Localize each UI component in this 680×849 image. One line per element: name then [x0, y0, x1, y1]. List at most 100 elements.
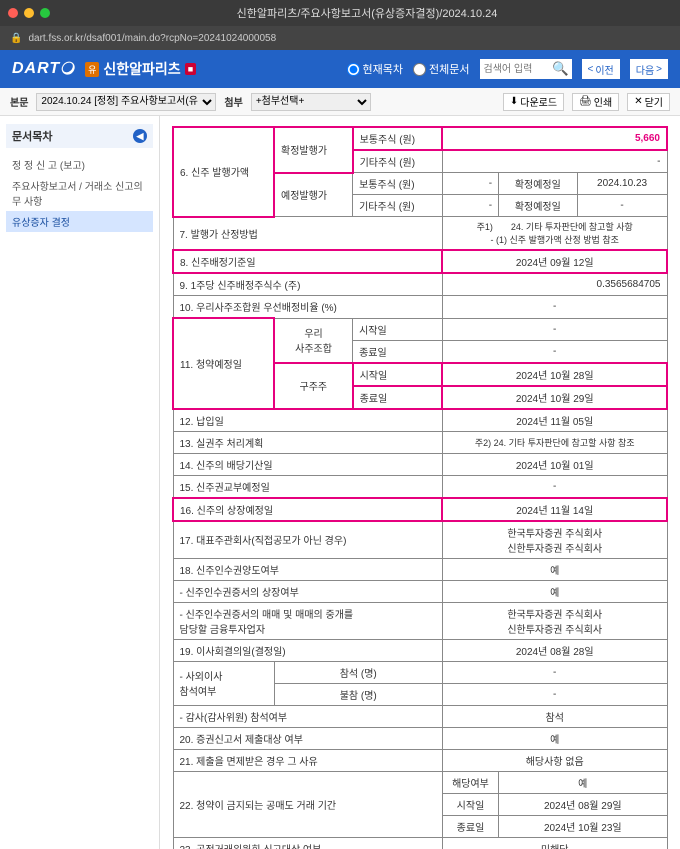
- company-tag: 유 신한알파리츠 ■: [85, 59, 196, 79]
- row-8-value: 2024년 09월 12일: [442, 250, 667, 273]
- cheobu-label: 첨부: [224, 94, 242, 109]
- next-button[interactable]: 다음 >: [630, 59, 668, 79]
- row-10-label: 10. 우리사주조합원 우선배정비율 (%): [173, 296, 442, 319]
- row-14-value: 2024년 10월 01일: [442, 453, 667, 475]
- cell-other-stock: 기타주식 (원): [353, 195, 443, 217]
- document-content: 6. 신주 발행가액 확정발행가 보통주식 (원) 5,660 기타주식 (원)…: [160, 116, 680, 849]
- doc-scope-radio[interactable]: 현재목차 전체문서: [347, 61, 470, 77]
- row-16-value: 2024년 11월 14일: [442, 498, 667, 521]
- cell-value: -: [442, 318, 667, 340]
- report-table: 6. 신주 발행가액 확정발행가 보통주식 (원) 5,660 기타주식 (원)…: [172, 126, 668, 849]
- cell-value: 2024년 10월 23일: [499, 815, 667, 837]
- row-7-value: 주1) 24. 기타 투자판단에 참고할 사항 - (1) 신주 발행가액 산정…: [442, 217, 667, 251]
- prev-button[interactable]: < 이전: [582, 59, 620, 79]
- cell-value: 2024년 08월 29일: [499, 793, 667, 815]
- row-12-label: 12. 납입일: [173, 409, 442, 432]
- cell-value: 예: [499, 771, 667, 793]
- cell-common-stock: 보통주식 (원): [353, 127, 443, 150]
- lock-icon: 🔒: [10, 33, 22, 44]
- company-badge-2: ■: [185, 63, 196, 75]
- cell-date-value: -: [577, 195, 667, 217]
- cell-price-value: 5,660: [442, 127, 667, 150]
- url-text: dart.fss.or.kr/dsaf001/main.do?rcpNo=202…: [28, 33, 276, 44]
- row-6b-label: 예정발행가: [274, 173, 353, 217]
- search-input[interactable]: [480, 59, 550, 79]
- bonmun-select[interactable]: 2024.10.24 [정정] 주요사항보고서(유…: [36, 93, 216, 111]
- cheobu-select[interactable]: +첨부선택+: [251, 93, 371, 111]
- row-13-value: 주2) 24. 기타 투자판단에 참고할 사항 참조: [442, 431, 667, 453]
- cell-common-stock: 보통주식 (원): [353, 173, 443, 195]
- row-19-value: 2024년 08월 28일: [442, 639, 667, 661]
- print-button[interactable]: 🖨 인쇄: [572, 93, 619, 111]
- row-15-label: 15. 신주권교부예정일: [173, 475, 442, 498]
- cell-value: 2024년 10월 29일: [442, 386, 667, 409]
- row-8-label: 8. 신주배정기준일: [173, 250, 442, 273]
- cell-start: 시작일: [353, 363, 443, 386]
- row-21-value: 해당사항 없음: [442, 749, 667, 771]
- row-9-value: 0.3565684705: [442, 273, 667, 296]
- row-23-value: 미해당: [442, 837, 667, 849]
- cell-value: -: [442, 173, 498, 195]
- search-button[interactable]: 🔍: [550, 59, 572, 79]
- row-11-label: 11. 청약예정일: [173, 318, 274, 409]
- row-18a-label: - 신주인수권증서의 상장여부: [173, 580, 442, 602]
- maximize-window-button[interactable]: [40, 8, 50, 18]
- row-19b-label: - 감사(감사위원) 참석여부: [173, 705, 442, 727]
- bonmun-label: 본문: [10, 94, 28, 109]
- dart-logo[interactable]: DART🔾: [12, 60, 75, 78]
- cell-value: 2024년 10월 28일: [442, 363, 667, 386]
- collapse-icon[interactable]: ◀: [133, 129, 147, 143]
- row-16-label: 16. 신주의 상장예정일: [173, 498, 442, 521]
- toc-item[interactable]: 정 정 신 고 (보고): [6, 154, 153, 175]
- row-17-value: 한국투자증권 주식회사 신한투자증권 주식회사: [442, 521, 667, 559]
- cell-value: -: [442, 195, 498, 217]
- close-window-button[interactable]: [8, 8, 18, 18]
- radio-current[interactable]: [347, 63, 360, 76]
- toc-header: 문서목차 ◀: [6, 124, 153, 148]
- window-title: 신한알파리츠/주요사항보고서(유상증자결정)/2024.10.24: [62, 5, 672, 21]
- cell-value: -: [442, 150, 667, 173]
- row-12-value: 2024년 11월 05일: [442, 409, 667, 432]
- close-button[interactable]: ✕ 닫기: [627, 93, 670, 111]
- cell-value: -: [442, 661, 667, 683]
- row-19b-value: 참석: [442, 705, 667, 727]
- row-17-label: 17. 대표주관회사(직접공모가 아닌 경우): [173, 521, 442, 559]
- download-button[interactable]: ⬇ 다운로드: [503, 93, 564, 111]
- row-6-label: 6. 신주 발행가액: [173, 127, 274, 217]
- row-19-label: 19. 이사회결의일(결정일): [173, 639, 442, 661]
- cell-applies: 해당여부: [442, 771, 498, 793]
- toc-item[interactable]: 주요사항보고서 / 거래소 신고의무 사항: [6, 175, 153, 211]
- sidebar: 문서목차 ◀ 정 정 신 고 (보고) 주요사항보고서 / 거래소 신고의무 사…: [0, 116, 160, 849]
- cell-start: 시작일: [353, 318, 443, 340]
- row-20-value: 예: [442, 727, 667, 749]
- row-6a-label: 확정발행가: [274, 127, 353, 173]
- row-18a-value: 예: [442, 580, 667, 602]
- app-header: DART🔾 유 신한알파리츠 ■ 현재목차 전체문서 🔍 < 이전 다음 >: [0, 50, 680, 88]
- radio-full[interactable]: [413, 63, 426, 76]
- minimize-window-button[interactable]: [24, 8, 34, 18]
- toc-item-selected[interactable]: 유상증자 결정: [6, 211, 153, 232]
- row-22-label: 22. 청약이 금지되는 공매도 거래 기간: [173, 771, 442, 837]
- row-20-label: 20. 증권신고서 제출대상 여부: [173, 727, 442, 749]
- cell-start: 시작일: [442, 793, 498, 815]
- row-15-value: -: [442, 475, 667, 498]
- cell-date-value: 2024.10.23: [577, 173, 667, 195]
- cell-value: -: [442, 340, 667, 363]
- row-9-label: 9. 1주당 신주배정주식수 (주): [173, 273, 442, 296]
- row-18b-label: - 신주인수권증서의 매매 및 매매의 중개를 담당할 금융투자업자: [173, 602, 442, 639]
- row-18-value: 예: [442, 558, 667, 580]
- company-badge: 유: [85, 62, 99, 77]
- cell-end: 종료일: [353, 340, 443, 363]
- row-23-label: 23. 공정거래위원회 신고대상 여부: [173, 837, 442, 849]
- window-titlebar: 신한알파리츠/주요사항보고서(유상증자결정)/2024.10.24: [0, 0, 680, 26]
- cell-date-label: 확정예정일: [499, 173, 578, 195]
- cell-value: -: [442, 683, 667, 705]
- url-bar[interactable]: 🔒 dart.fss.or.kr/dsaf001/main.do?rcpNo=2…: [0, 26, 680, 50]
- row-7-label: 7. 발행가 산정방법: [173, 217, 442, 251]
- row-10-value: -: [442, 296, 667, 319]
- search-box: 🔍: [480, 59, 572, 79]
- cell-absent: 불참 (명): [274, 683, 442, 705]
- row-21-label: 21. 제출을 면제받은 경우 그 사유: [173, 749, 442, 771]
- row-11a-label: 우리 사주조합: [274, 318, 353, 363]
- row-14-label: 14. 신주의 배당기산일: [173, 453, 442, 475]
